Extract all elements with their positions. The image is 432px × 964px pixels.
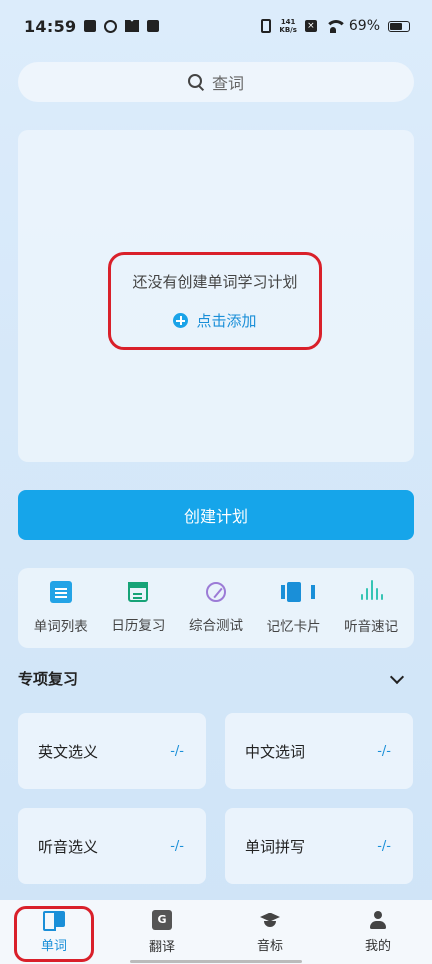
nav-label: 音标 bbox=[256, 938, 283, 954]
review-card-score: -/- bbox=[377, 838, 391, 854]
status-right: 141 KB/s × 69% bbox=[261, 18, 410, 34]
search-label: 查词 bbox=[211, 74, 244, 93]
review-card-spelling[interactable]: 单词拼写 -/- bbox=[225, 808, 413, 884]
nav-phonetics[interactable]: 音标 bbox=[230, 911, 310, 954]
message-icon bbox=[147, 20, 160, 32]
tool-listen-memorize[interactable]: 听音速记 bbox=[333, 580, 409, 635]
review-card-label: 听音选义 bbox=[38, 837, 99, 856]
cards-icon bbox=[280, 581, 315, 603]
person-icon bbox=[369, 910, 387, 929]
review-card-listen-meaning[interactable]: 听音选义 -/- bbox=[18, 808, 206, 884]
nav-translate[interactable]: G 翻译 bbox=[122, 909, 202, 955]
wave-icon bbox=[360, 580, 384, 603]
tool-label: 单词列表 bbox=[33, 619, 88, 635]
play-app-icon bbox=[84, 20, 97, 32]
crown-icon bbox=[125, 20, 140, 32]
review-card-score: -/- bbox=[170, 838, 184, 854]
doc-icon bbox=[49, 581, 72, 603]
quiz-icon bbox=[205, 582, 226, 602]
no-sim-icon: × bbox=[304, 20, 317, 32]
wifi-icon bbox=[324, 20, 347, 33]
status-time: 14:59 bbox=[24, 16, 77, 36]
review-card-label: 中文选词 bbox=[245, 742, 306, 761]
review-card-score: -/- bbox=[377, 743, 391, 759]
nav-mine[interactable]: 我的 bbox=[338, 910, 418, 954]
plan-card: 还没有创建单词学习计划 点击添加 bbox=[18, 130, 414, 462]
review-card-cn-to-word[interactable]: 中文选词 -/- bbox=[225, 713, 413, 789]
nav-label: 我的 bbox=[364, 938, 391, 954]
search-bar[interactable]: 查词 bbox=[18, 62, 414, 102]
tool-word-list[interactable]: 单词列表 bbox=[23, 581, 99, 635]
tool-label: 日历复习 bbox=[111, 618, 166, 634]
graduation-cap-icon bbox=[259, 911, 281, 929]
review-card-en-to-meaning[interactable]: 英文选义 -/- bbox=[18, 713, 206, 789]
chevron-down-icon[interactable] bbox=[389, 669, 405, 685]
network-speed-unit: KB/s bbox=[279, 26, 297, 34]
review-card-label: 单词拼写 bbox=[245, 837, 306, 856]
network-speed-value: 141 bbox=[280, 18, 296, 26]
vibrate-icon bbox=[261, 19, 272, 33]
review-card-label: 英文选义 bbox=[38, 742, 99, 761]
tool-label: 综合测试 bbox=[188, 618, 243, 634]
plus-circle-icon bbox=[173, 313, 189, 328]
status-left: 14:59 bbox=[24, 16, 160, 36]
network-speed: 141 KB/s bbox=[279, 18, 296, 34]
tools-row: 单词列表 日历复习 综合测试 记忆卡片 听音速记 bbox=[18, 568, 414, 648]
translate-icon: G bbox=[152, 909, 172, 930]
battery-icon bbox=[388, 20, 410, 32]
review-card-score: -/- bbox=[170, 743, 184, 759]
status-bar: 14:59 141 KB/s × 69% bbox=[0, 0, 432, 52]
tool-label: 听音速记 bbox=[344, 619, 399, 635]
tool-calendar-review[interactable]: 日历复习 bbox=[100, 581, 176, 634]
active-tab-highlight bbox=[14, 906, 94, 962]
add-plan-label: 点击添加 bbox=[196, 312, 257, 330]
tool-comprehensive-test[interactable]: 综合测试 bbox=[178, 582, 254, 634]
add-plan-link[interactable]: 点击添加 bbox=[173, 310, 257, 331]
battery-percent: 69% bbox=[348, 18, 380, 34]
nav-label: 翻译 bbox=[148, 939, 175, 955]
tool-memory-cards[interactable]: 记忆卡片 bbox=[256, 581, 332, 635]
plan-empty-state: 还没有创建单词学习计划 点击添加 bbox=[108, 252, 322, 350]
search-icon bbox=[187, 74, 204, 90]
app-notification-icon bbox=[104, 19, 118, 33]
home-indicator bbox=[130, 960, 302, 963]
review-section-title: 专项复习 bbox=[18, 670, 79, 688]
create-plan-button[interactable]: 创建计划 bbox=[18, 490, 414, 540]
calendar-icon bbox=[127, 581, 149, 602]
plan-empty-text: 还没有创建单词学习计划 bbox=[132, 273, 298, 291]
tool-label: 记忆卡片 bbox=[266, 619, 321, 635]
